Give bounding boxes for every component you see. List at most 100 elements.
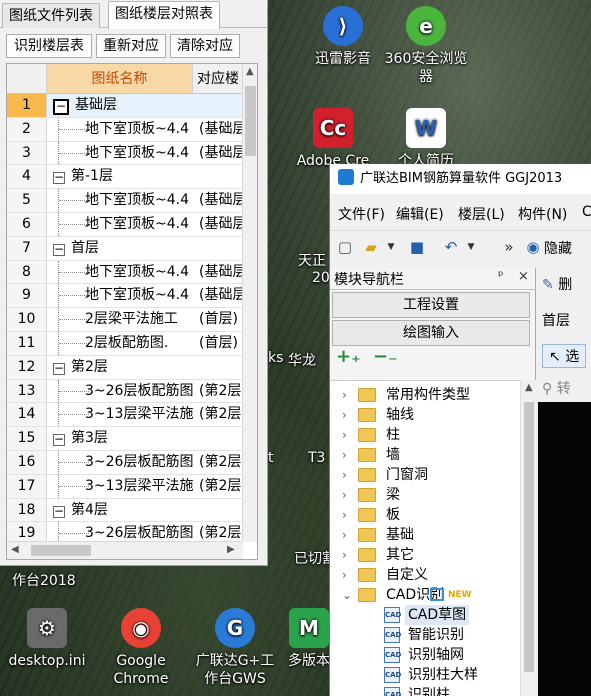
new-file-icon[interactable]: ▢ xyxy=(336,239,354,255)
tree-scrollbar[interactable]: ▲ xyxy=(520,380,536,696)
save-icon[interactable]: ■ xyxy=(408,239,426,255)
desktop-icon-multi-version[interactable]: M 多版本 xyxy=(288,608,330,670)
desktop-icon-xunlei[interactable]: ⟩ 迅雷影音 xyxy=(300,6,386,68)
desktop-icon-resume[interactable]: W 个人简历 xyxy=(383,108,469,170)
chevron-down-icon[interactable]: ⌄ xyxy=(342,585,352,605)
collapse-toggle-icon[interactable]: − xyxy=(53,99,69,115)
chevron-right-icon[interactable]: › xyxy=(342,485,347,505)
tree-folder-item[interactable]: › 常用构件类型 xyxy=(330,385,520,405)
more-icon[interactable]: » xyxy=(500,239,518,255)
table-row[interactable]: 9 地下室顶板~4.4 (基础层 xyxy=(7,284,243,309)
scrollbar-thumb[interactable] xyxy=(245,86,256,156)
table-row[interactable]: 4− 第-1层 xyxy=(7,165,243,190)
collapse-all-icon[interactable]: −₋ xyxy=(373,346,398,367)
table-row[interactable]: 8 地下室顶板~4.4 (基础层 xyxy=(7,260,243,285)
menu-c[interactable]: C xyxy=(582,204,591,220)
tree-folder-item[interactable]: › 墙 xyxy=(330,445,520,465)
floor-selector[interactable]: 首层 xyxy=(542,310,570,330)
undo-icon[interactable]: ↶ xyxy=(442,239,460,255)
table-row[interactable]: 18− 第4层 xyxy=(7,498,243,523)
tree-folder-item[interactable]: › 轴线 xyxy=(330,405,520,425)
tree-folder-item[interactable]: › 其它 xyxy=(330,545,520,565)
scroll-left-icon[interactable]: ◀ xyxy=(11,544,19,555)
table-row[interactable]: 17 3~13层梁平法施 (第2层 xyxy=(7,474,243,499)
tree-folder-item[interactable]: › 梁 xyxy=(330,485,520,505)
table-row[interactable]: 6 地下室顶板~4.4 (基础层 xyxy=(7,212,243,237)
open-folder-icon[interactable]: ▰ xyxy=(362,239,380,255)
chevron-right-icon[interactable]: › xyxy=(342,385,347,405)
tree-sub-item[interactable]: CAD 识别柱大样 xyxy=(330,665,520,685)
table-row[interactable]: 7− 首层 xyxy=(7,236,243,261)
chevron-right-icon[interactable]: › xyxy=(342,465,347,485)
convert-tool[interactable]: ⚲ 转 xyxy=(542,378,571,398)
eye-icon[interactable]: ◉ xyxy=(524,239,542,255)
collapse-toggle-icon[interactable]: − xyxy=(53,433,65,447)
vertical-scrollbar[interactable]: ▲ xyxy=(242,64,257,542)
column-header-floor[interactable]: 对应楼 xyxy=(193,64,243,94)
chevron-right-icon[interactable]: › xyxy=(342,425,347,445)
chevron-right-icon[interactable]: › xyxy=(342,565,347,585)
desktop-icon-chrome[interactable]: ◉ Google Chrome xyxy=(98,608,184,688)
tree-folder-item[interactable]: ⌄ CAD识别 NEW xyxy=(330,585,520,605)
table-row[interactable]: 12− 第2层 xyxy=(7,355,243,380)
tree-folder-item[interactable]: › 门窗洞 xyxy=(330,465,520,485)
dropdown-arrow-icon[interactable]: ▼ xyxy=(462,239,480,255)
drawing-canvas[interactable] xyxy=(538,402,591,696)
table-row[interactable]: 2 地下室顶板~4.4 (基础层 xyxy=(7,117,243,142)
horizontal-scrollbar[interactable]: ◀ ▶ xyxy=(7,541,243,559)
menu-file[interactable]: 文件(F) xyxy=(338,204,385,224)
chevron-right-icon[interactable]: › xyxy=(342,445,347,465)
column-header-drawing-name[interactable]: 图纸名称 xyxy=(47,64,193,94)
table-row[interactable]: 15− 第3层 xyxy=(7,427,243,451)
drawing-input-button[interactable]: 绘图输入 xyxy=(332,320,530,346)
tree-sub-item[interactable]: CAD CAD草图 xyxy=(330,605,520,625)
hide-button[interactable]: 隐藏 xyxy=(544,238,572,258)
menu-edit[interactable]: 编辑(E) xyxy=(396,204,444,224)
scroll-right-icon[interactable]: ▶ xyxy=(227,544,235,555)
scroll-up-icon[interactable]: ▲ xyxy=(246,66,254,77)
re-match-button[interactable]: 重新对应 xyxy=(96,34,166,58)
desktop-icon-gws[interactable]: G 广联达G+工作台GWS xyxy=(192,608,278,688)
project-settings-button[interactable]: 工程设置 xyxy=(332,292,530,318)
tab-drawing-file-list[interactable]: 图纸文件列表 xyxy=(2,3,100,28)
table-row[interactable]: 11 2层板配筋图. (首层) xyxy=(7,331,243,356)
chevron-right-icon[interactable]: › xyxy=(342,505,347,525)
clear-match-button[interactable]: 清除对应 xyxy=(170,34,240,58)
tree-folder-item[interactable]: › 柱 xyxy=(330,425,520,445)
tree-sub-item[interactable]: CAD 智能识别 xyxy=(330,625,520,645)
table-row[interactable]: 14 3~13层梁平法施 (第2层 xyxy=(7,403,243,428)
table-row[interactable]: 3 地下室顶板~4.4 (基础层 xyxy=(7,141,243,166)
close-icon[interactable]: × xyxy=(518,269,529,284)
desktop-icon-adobe-cc[interactable]: Cc Adobe Cre xyxy=(290,108,376,170)
tree-folder-item[interactable]: › 自定义 xyxy=(330,565,520,585)
scrollbar-thumb[interactable] xyxy=(31,545,91,556)
table-row[interactable]: 13 3~26层板配筋图 (第2层 xyxy=(7,379,243,404)
pin-icon[interactable]: ᵖ xyxy=(498,269,504,284)
tab-drawing-floor-table[interactable]: 图纸楼层对照表 xyxy=(108,1,220,29)
desktop-icon-360-browser[interactable]: e 360安全浏览器 xyxy=(383,6,469,86)
table-row[interactable]: 16 3~26层板配筋图 (第2层 xyxy=(7,450,243,475)
tree-sub-item[interactable]: CAD 识别柱 xyxy=(330,685,520,696)
chevron-right-icon[interactable]: › xyxy=(342,525,347,545)
table-row[interactable]: 1− 基础层 xyxy=(7,94,243,118)
table-row[interactable]: 5 地下室顶板~4.4 (基础层 xyxy=(7,189,243,213)
collapse-toggle-icon[interactable]: − xyxy=(53,362,65,375)
collapse-toggle-icon[interactable]: − xyxy=(53,243,65,256)
scroll-up-icon[interactable]: ▲ xyxy=(525,382,533,393)
collapse-toggle-icon[interactable]: − xyxy=(53,171,65,185)
desktop-icon-desktop-ini[interactable]: ⚙ desktop.ini xyxy=(4,608,90,670)
select-tool[interactable]: ↖ 选 xyxy=(542,344,587,368)
identify-floor-table-button[interactable]: 识别楼层表 xyxy=(6,34,92,58)
tree-folder-item[interactable]: › 板 xyxy=(330,505,520,525)
tree-sub-item[interactable]: CAD 识别轴网 xyxy=(330,645,520,665)
menu-component[interactable]: 构件(N) xyxy=(518,204,567,224)
chevron-right-icon[interactable]: › xyxy=(342,545,347,565)
dropdown-arrow-icon[interactable]: ▼ xyxy=(382,239,400,255)
expand-all-icon[interactable]: +₊ xyxy=(336,346,361,367)
draw-tool[interactable]: ✎ 删 xyxy=(542,274,572,294)
scrollbar-thumb[interactable] xyxy=(524,402,534,672)
menu-floor[interactable]: 楼层(L) xyxy=(458,204,505,224)
collapse-toggle-icon[interactable]: − xyxy=(53,505,65,518)
chevron-right-icon[interactable]: › xyxy=(342,405,347,425)
tree-folder-item[interactable]: › 基础 xyxy=(330,525,520,545)
